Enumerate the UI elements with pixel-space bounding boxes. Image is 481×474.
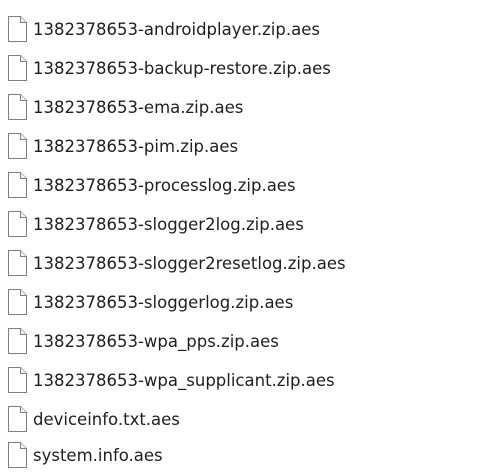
file-item[interactable]: deviceinfo.txt.aes [8,402,180,436]
file-item[interactable]: 1382378653-slogger2log.zip.aes [8,207,304,241]
file-name: 1382378653-pim.zip.aes [33,136,239,156]
file-item[interactable]: 1382378653-wpa_pps.zip.aes [8,324,279,358]
file-name: 1382378653-androidplayer.zip.aes [33,19,320,39]
file-icon [8,442,27,468]
file-item[interactable]: 1382378653-androidplayer.zip.aes [8,12,320,46]
file-name: 1382378653-processlog.zip.aes [33,175,296,195]
file-item[interactable]: 1382378653-ema.zip.aes [8,90,243,124]
file-name: 1382378653-wpa_pps.zip.aes [33,331,279,351]
file-icon [8,94,27,120]
file-item[interactable]: 1382378653-pim.zip.aes [8,129,238,163]
file-name: 1382378653-ema.zip.aes [33,97,244,117]
file-name: deviceinfo.txt.aes [33,409,180,429]
file-item[interactable]: 1382378653-processlog.zip.aes [8,168,296,202]
file-name: 1382378653-wpa_supplicant.zip.aes [33,370,335,390]
file-name: 1382378653-sloggerlog.zip.aes [33,292,294,312]
file-icon [8,289,27,315]
file-item[interactable]: 1382378653-sloggerlog.zip.aes [8,285,293,319]
file-icon [8,328,27,354]
file-name: 1382378653-slogger2resetlog.zip.aes [33,253,346,273]
file-icon [8,367,27,393]
file-icon [8,406,27,432]
file-icon [8,211,27,237]
file-item[interactable]: 1382378653-backup-restore.zip.aes [8,51,331,85]
file-icon [8,16,27,42]
file-list: 1382378653-androidplayer.zip.aes 1382378… [0,0,481,474]
file-name: 1382378653-backup-restore.zip.aes [33,58,331,78]
file-item[interactable]: system.info.aes [8,438,163,472]
file-icon [8,172,27,198]
file-icon [8,133,27,159]
file-name: 1382378653-slogger2log.zip.aes [33,214,304,234]
file-icon [8,55,27,81]
file-item[interactable]: 1382378653-slogger2resetlog.zip.aes [8,246,346,280]
file-icon [8,250,27,276]
file-item[interactable]: 1382378653-wpa_supplicant.zip.aes [8,363,335,397]
file-name: system.info.aes [33,445,163,465]
